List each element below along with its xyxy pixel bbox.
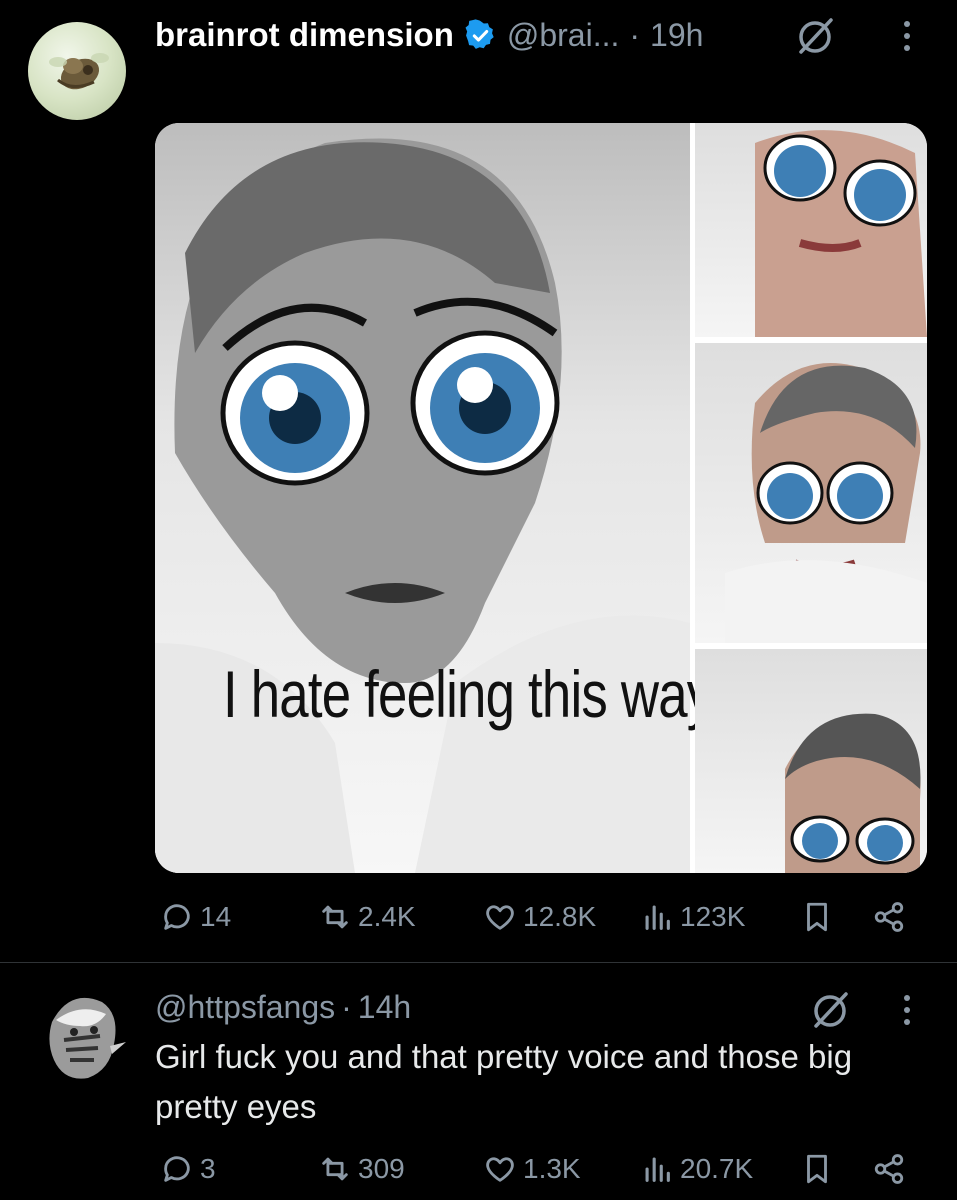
reply-icon — [164, 1156, 190, 1182]
heart-icon — [486, 1157, 514, 1182]
repost-icon — [322, 905, 348, 929]
meme-caption: I hate feeling this way — [223, 657, 713, 731]
reply-more-options-icon[interactable] — [892, 988, 922, 1032]
reply-grok-icon[interactable] — [808, 988, 852, 1032]
bookmark-icon — [807, 902, 827, 932]
reply-button[interactable]: 14 — [160, 900, 231, 934]
reply-body-text: Girl fuck you and that pretty voice and … — [155, 1038, 853, 1125]
repost-count: 2.4K — [358, 901, 416, 932]
reply-author-handle[interactable]: @httpsfangs — [155, 989, 335, 1026]
thumbnail-face-2 — [725, 363, 927, 643]
author-handle[interactable]: @brai... — [507, 17, 620, 54]
verified-badge-icon — [465, 18, 494, 49]
meme-thumbnail-1 — [695, 123, 927, 337]
like-count: 12.8K — [523, 901, 597, 932]
post-header: brainrot dimension @brai... · 19h — [155, 12, 703, 58]
reply-share-button[interactable] — [872, 1152, 906, 1186]
thumbnail-face-1 — [755, 130, 927, 337]
reply-reply-button[interactable]: 3 — [160, 1152, 216, 1186]
analytics-icon — [645, 905, 670, 930]
header-separator: · — [629, 16, 641, 53]
repost-button[interactable]: 2.4K — [318, 900, 416, 934]
author-display-name[interactable]: brainrot dimension — [155, 16, 454, 54]
bookmark-icon — [807, 1154, 827, 1184]
like-button[interactable]: 12.8K — [483, 900, 596, 934]
avatar-image — [49, 53, 109, 90]
share-icon — [874, 902, 904, 932]
reply-like-count: 1.3K — [523, 1153, 581, 1184]
reply-repost-count: 309 — [358, 1153, 405, 1184]
author-avatar[interactable] — [28, 22, 126, 120]
analytics-icon — [645, 1157, 670, 1182]
bookmark-button[interactable] — [800, 900, 834, 934]
thumbnail-face-3 — [785, 713, 921, 873]
reply-author-avatar[interactable] — [40, 992, 126, 1084]
reply-count: 14 — [200, 901, 232, 932]
reply-timestamp[interactable]: 14h — [358, 989, 411, 1026]
meme-thumbnail-3 — [695, 649, 927, 873]
post-image[interactable]: I hate feeling this way — [155, 123, 927, 873]
reply-view-count: 20.7K — [680, 1153, 754, 1184]
reply-like-button[interactable]: 1.3K — [483, 1152, 581, 1186]
meme-face-illustration — [155, 138, 690, 873]
reply-header-separator: · — [341, 988, 352, 1025]
view-count: 123K — [680, 901, 746, 932]
more-options-icon[interactable] — [892, 14, 922, 58]
grok-icon[interactable] — [793, 14, 837, 58]
reply-views-button[interactable]: 20.7K — [640, 1152, 753, 1186]
reply-icon — [164, 904, 190, 930]
heart-icon — [486, 905, 514, 930]
repost-icon — [322, 1157, 348, 1181]
meme-thumbnail-2 — [695, 343, 927, 643]
reply-reply-count: 3 — [200, 1153, 216, 1184]
meme-main-panel: I hate feeling this way — [155, 123, 713, 873]
reply-repost-button[interactable]: 309 — [318, 1152, 405, 1186]
views-button[interactable]: 123K — [640, 900, 745, 934]
reply-header: @httpsfangs · 14h — [155, 985, 411, 1029]
post-timestamp[interactable]: 19h — [650, 17, 703, 54]
reply-bookmark-button[interactable] — [800, 1152, 834, 1186]
share-button[interactable] — [872, 900, 906, 934]
share-icon — [874, 1154, 904, 1184]
post-divider — [0, 962, 957, 963]
